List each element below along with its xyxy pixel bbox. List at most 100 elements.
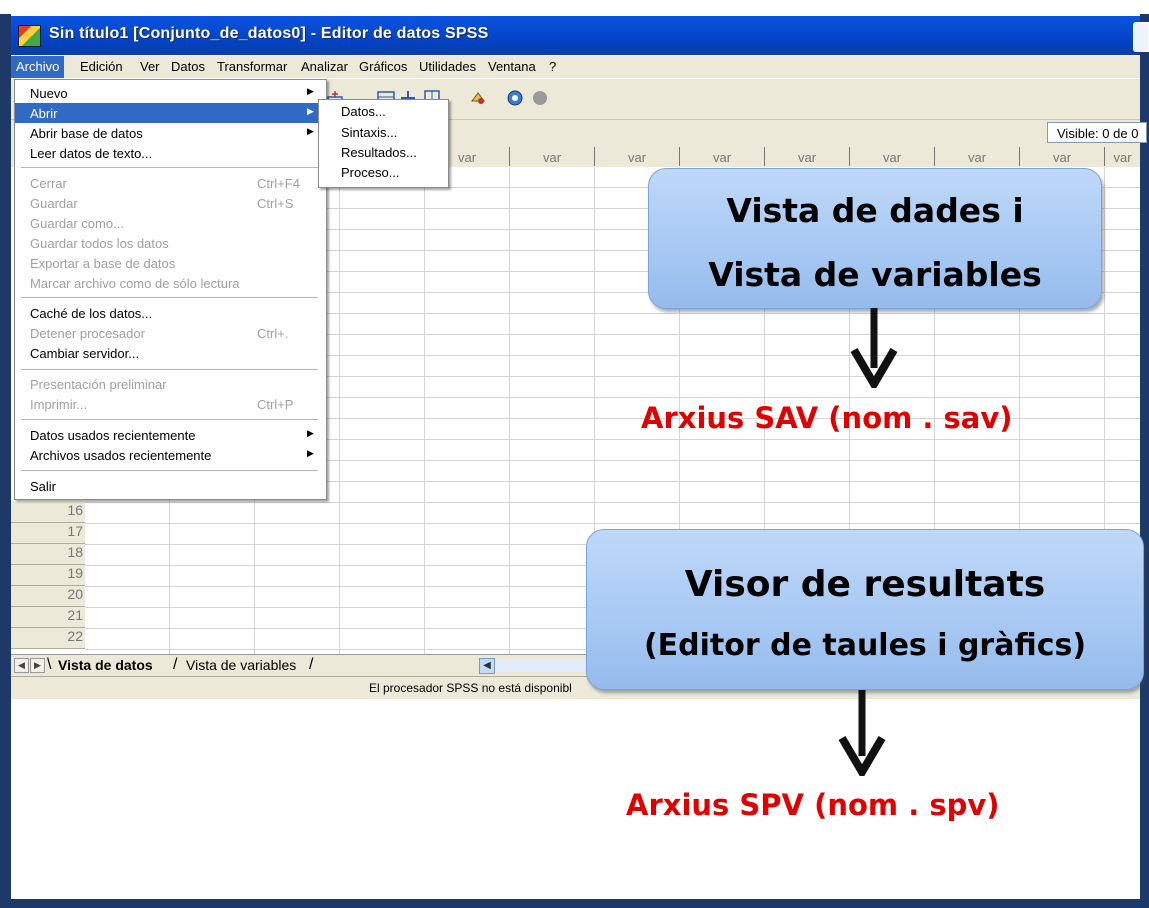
down-arrow-icon [838, 690, 886, 776]
menu-utilidades[interactable]: Utilidades [419, 59, 476, 74]
callout-line: (Editor de taules i gràfics) [643, 628, 1087, 663]
menu-item-nuevo[interactable]: Nuevo ▶ [15, 83, 324, 103]
menu-ver[interactable]: Ver [140, 59, 160, 74]
visible-count: Visible: 0 de 0 [1047, 122, 1147, 143]
column-header[interactable]: var [680, 147, 765, 166]
tab-scroll-left-icon[interactable]: ◀ [14, 658, 29, 673]
tab-divider: / [173, 656, 178, 673]
menu-graficos[interactable]: Gráficos [359, 59, 407, 74]
row-number[interactable]: 20 [11, 586, 85, 607]
spv-files-label: Arxius SPV (nom . spv) [626, 788, 1000, 822]
menu-item-label: Guardar todos los datos [30, 236, 169, 251]
menu-item-leer-texto[interactable]: Leer datos de texto... [15, 143, 324, 163]
menu-item-guardar-todos[interactable]: Guardar todos los datos [15, 233, 324, 253]
menu-item-abrir-base-datos[interactable]: Abrir base de datos ▶ [15, 123, 324, 143]
column-header[interactable]: var [765, 147, 850, 166]
row-number[interactable]: 17 [11, 523, 85, 544]
down-arrow-icon [850, 308, 898, 388]
menu-separator [21, 369, 318, 370]
menu-help[interactable]: ? [549, 59, 556, 74]
open-submenu: Datos... Sintaxis... Resultados... Proce… [318, 99, 449, 188]
submenu-item-resultados[interactable]: Resultados... [341, 145, 417, 160]
submenu-arrow-icon: ▶ [307, 448, 314, 458]
menu-item-label: Detener procesador [30, 326, 145, 341]
column-header[interactable]: var [1020, 147, 1105, 166]
column-header[interactable]: var [935, 147, 1020, 166]
menu-item-label: Salir [30, 479, 57, 494]
menu-separator [21, 470, 318, 471]
menu-item-salir[interactable]: Salir [15, 476, 324, 496]
row-number[interactable]: 18 [11, 544, 85, 565]
row-number[interactable]: 22 [11, 628, 85, 649]
frame-left-border [0, 14, 11, 908]
callout-line: Vista de variables [708, 255, 1042, 294]
menu-separator [21, 297, 318, 298]
tab-scroll-right-icon[interactable]: ▶ [30, 658, 45, 673]
minimize-button[interactable] [1133, 22, 1149, 52]
menu-separator [21, 419, 318, 420]
menu-item-datos-recientes[interactable]: Datos usados recientemente ▶ [15, 425, 324, 445]
menu-item-cambiar-servidor[interactable]: Cambiar servidor... [15, 343, 324, 363]
submenu-item-proceso[interactable]: Proceso... [341, 165, 400, 180]
scroll-left-arrow-icon[interactable]: ◀ [479, 658, 495, 674]
menu-item-solo-lectura[interactable]: Marcar archivo como de sólo lectura [15, 273, 324, 293]
title-bar[interactable]: Sin título1 [Conjunto_de_datos0] - Edito… [11, 16, 1149, 55]
value-labels-icon[interactable] [469, 89, 487, 107]
menu-item-shortcut: Ctrl+S [257, 196, 294, 211]
menu-archivo[interactable]: Archivo [11, 56, 65, 78]
show-all-variables-icon[interactable] [531, 89, 549, 107]
menu-item-presentacion[interactable]: Presentación preliminar [15, 374, 324, 394]
column-header[interactable]: var [850, 147, 935, 166]
column-header[interactable]: var [1105, 147, 1140, 166]
grid-column-line [339, 167, 340, 654]
menu-item-exportar[interactable]: Exportar a base de datos [15, 253, 324, 273]
tab-variable-view[interactable]: Vista de variables [186, 657, 296, 673]
menu-item-label: Nuevo [30, 86, 68, 101]
callout-output-viewer: Visor de resultats (Editor de taules i g… [586, 529, 1144, 690]
submenu-item-datos[interactable]: Datos... [341, 104, 386, 119]
menu-analizar[interactable]: Analizar [301, 59, 348, 74]
tab-data-view[interactable]: Vista de datos [58, 657, 153, 673]
menu-item-shortcut: Ctrl+P [257, 397, 294, 412]
menu-item-label: Imprimir... [30, 397, 88, 412]
menu-item-guardar-como[interactable]: Guardar como... [15, 213, 324, 233]
tab-divider: \ [47, 656, 52, 673]
menu-item-detener[interactable]: Detener procesador Ctrl+. [15, 323, 324, 343]
callout-line: Visor de resultats [684, 564, 1046, 605]
menu-separator [21, 167, 318, 168]
menu-item-abrir[interactable]: Abrir ▶ [15, 103, 324, 123]
column-header[interactable]: var [595, 147, 680, 166]
spss-app-icon[interactable] [18, 25, 41, 47]
column-header[interactable]: var [510, 147, 595, 166]
menu-item-imprimir[interactable]: Imprimir... Ctrl+P [15, 394, 324, 414]
menu-item-label: Abrir [30, 106, 58, 121]
menu-datos[interactable]: Datos [171, 59, 205, 74]
callout-line: Vista de dades i [726, 191, 1024, 230]
menu-item-shortcut: Ctrl+. [257, 326, 289, 341]
row-number[interactable]: 21 [11, 607, 85, 628]
grid-row-line [11, 502, 1140, 503]
menu-item-cerrar[interactable]: Cerrar Ctrl+F4 [15, 173, 324, 193]
menu-item-label: Leer datos de texto... [30, 146, 153, 161]
window-title: Sin título1 [Conjunto_de_datos0] - Edito… [49, 25, 489, 42]
submenu-item-sintaxis[interactable]: Sintaxis... [341, 125, 397, 140]
menu-item-label: Archivos usados recientemente [30, 448, 212, 463]
menu-item-cache[interactable]: Caché de los datos... [15, 303, 324, 323]
menu-item-label: Marcar archivo como de sólo lectura [30, 276, 240, 291]
processor-status: El procesador SPSS no está disponibl [369, 681, 572, 695]
menu-item-archivos-recientes[interactable]: Archivos usados recientemente ▶ [15, 445, 324, 465]
menu-transformar[interactable]: Transformar [217, 59, 287, 74]
menu-edicion[interactable]: Edición [80, 59, 123, 74]
row-number[interactable]: 19 [11, 565, 85, 586]
submenu-arrow-icon: ▶ [307, 428, 314, 438]
menu-item-label: Presentación preliminar [30, 377, 167, 392]
grid-row-line [11, 523, 1140, 524]
menu-item-guardar[interactable]: Guardar Ctrl+S [15, 193, 324, 213]
row-number[interactable]: 16 [11, 502, 85, 523]
tab-divider: / [309, 656, 314, 673]
menu-ventana[interactable]: Ventana [488, 59, 536, 74]
callout-data-variable-view: Vista de dades i Vista de variables [648, 168, 1102, 309]
menu-item-label: Caché de los datos... [30, 306, 153, 321]
use-sets-icon[interactable] [506, 89, 524, 107]
menu-item-label: Exportar a base de datos [30, 256, 176, 271]
